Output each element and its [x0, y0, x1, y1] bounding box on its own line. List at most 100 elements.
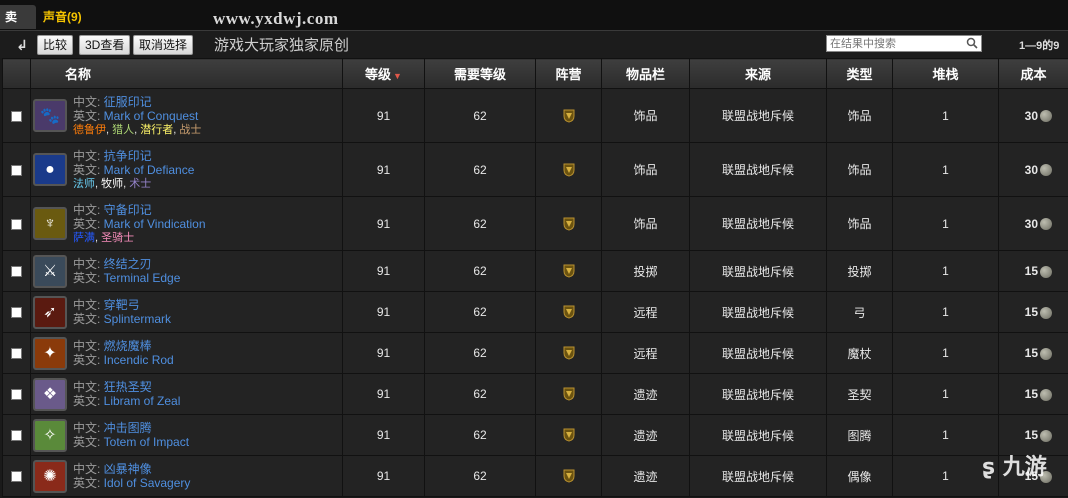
table-row[interactable]: ✺ 中文: 凶暴神像 英文: Idol of Savagery 91 62 遗迹… — [2, 455, 1068, 497]
class-name[interactable]: 德鲁伊 — [73, 124, 106, 136]
item-name-en[interactable]: Incendic Rod — [104, 353, 174, 367]
libram-icon[interactable]: ❖ — [33, 377, 67, 411]
row-select-cell — [2, 414, 31, 456]
row-checkbox[interactable] — [11, 348, 22, 360]
item-name-cn[interactable]: 凶暴神像 — [104, 462, 152, 476]
level-cell: 91 — [342, 291, 425, 333]
header-faction[interactable]: 阵营 — [535, 58, 602, 89]
header-cost[interactable]: 成本 — [998, 58, 1068, 89]
source-cell[interactable]: 联盟战地斥候 — [689, 142, 827, 197]
row-select-cell — [2, 373, 31, 415]
bow-icon[interactable]: ➶ — [33, 295, 67, 329]
coin-icon — [1040, 306, 1052, 319]
tab-sound[interactable]: 声音(9) — [38, 5, 87, 29]
item-name-en[interactable]: Terminal Edge — [104, 271, 181, 285]
jiuyou-logo-mark: ʂ — [982, 455, 996, 480]
level-cell: 91 — [342, 455, 425, 497]
item-name-en[interactable]: Idol of Savagery — [104, 476, 191, 490]
table-row[interactable]: ⚔ 中文: 终结之刃 英文: Terminal Edge 91 62 投掷 联盟… — [2, 250, 1068, 292]
class-name[interactable]: 牧师 — [101, 178, 123, 190]
source-cell[interactable]: 联盟战地斥候 — [689, 332, 827, 374]
class-name[interactable]: 萨满 — [73, 232, 95, 244]
item-name-en[interactable]: Totem of Impact — [104, 435, 189, 449]
item-name-cn[interactable]: 抗争印记 — [104, 149, 152, 163]
wand-icon[interactable]: ✦ — [33, 336, 67, 370]
class-list: 德鲁伊, 猎人, 潜行者, 战士 — [73, 123, 201, 137]
row-checkbox[interactable] — [11, 471, 22, 483]
cn-prefix: 中文: — [73, 462, 104, 476]
header-stack[interactable]: 堆栈 — [892, 58, 999, 89]
paw-icon[interactable]: 🐾 — [33, 99, 67, 132]
row-checkbox[interactable] — [11, 218, 22, 230]
table-row[interactable]: 🐾 中文: 征服印记 英文: Mark of Conquest 德鲁伊, 猎人,… — [2, 88, 1068, 143]
coin-icon — [1040, 347, 1052, 360]
source-cell[interactable]: 联盟战地斥候 — [689, 455, 827, 497]
blade-icon[interactable]: ⚔ — [33, 254, 67, 288]
row-checkbox[interactable] — [11, 307, 22, 319]
item-name-cn[interactable]: 终结之刃 — [104, 257, 152, 271]
class-name[interactable]: 潜行者 — [140, 124, 173, 136]
en-prefix: 英文: — [73, 216, 104, 231]
row-checkbox[interactable] — [11, 266, 22, 278]
source-cell[interactable]: 联盟战地斥候 — [689, 291, 827, 333]
item-name-en[interactable]: Mark of Vindication — [104, 217, 206, 231]
source-cell[interactable]: 联盟战地斥候 — [689, 250, 827, 292]
view-3d-button[interactable]: 3D查看 — [79, 35, 131, 55]
source-cell[interactable]: 联盟战地斥候 — [689, 196, 827, 251]
totem-icon[interactable]: ✧ — [33, 418, 67, 452]
search-icon[interactable] — [966, 37, 978, 49]
class-name[interactable]: 法师 — [73, 178, 95, 190]
level-cell: 91 — [342, 250, 425, 292]
item-name-cn[interactable]: 燃烧魔棒 — [104, 339, 152, 353]
item-name-cn[interactable]: 守备印记 — [104, 203, 152, 217]
header-slot[interactable]: 物品栏 — [601, 58, 690, 89]
compare-button[interactable]: 比较 — [37, 35, 74, 55]
header-level[interactable]: 等级 ▼ — [342, 58, 425, 89]
item-name-en[interactable]: Splintermark — [104, 312, 171, 326]
source-cell[interactable]: 联盟战地斥候 — [689, 414, 827, 456]
header-name[interactable]: 名称 — [30, 58, 343, 89]
table-row[interactable]: ➶ 中文: 穿靶弓 英文: Splintermark 91 62 远程 联盟战地… — [2, 291, 1068, 333]
item-name-cn[interactable]: 征服印记 — [104, 95, 152, 109]
item-name-cn[interactable]: 穿靶弓 — [104, 298, 140, 312]
deselect-button[interactable]: 取消选择 — [133, 35, 194, 55]
slot-cell: 投掷 — [601, 250, 690, 292]
header-source[interactable]: 来源 — [689, 58, 827, 89]
item-name-en[interactable]: Mark of Defiance — [104, 163, 195, 177]
item-name-en[interactable]: Libram of Zeal — [104, 394, 181, 408]
class-name[interactable]: 猎人 — [112, 124, 134, 136]
row-checkbox[interactable] — [11, 164, 22, 176]
cost-value: 15 — [1024, 387, 1038, 401]
back-arrow-icon[interactable]: ↲ — [14, 37, 30, 53]
toolbar: ↲ 比较 3D查看 取消选择 游戏大玩家独家原创 1—9的9 — [0, 31, 1068, 58]
header-req-level[interactable]: 需要等级 — [424, 58, 536, 89]
item-name-en[interactable]: Mark of Conquest — [104, 109, 199, 123]
row-checkbox[interactable] — [11, 389, 22, 401]
chalice-icon[interactable]: ♆ — [33, 207, 67, 240]
row-checkbox[interactable] — [11, 110, 22, 122]
source-cell[interactable]: 联盟战地斥候 — [689, 88, 827, 143]
class-list: 萨满, 圣骑士 — [73, 231, 206, 245]
class-name[interactable]: 圣骑士 — [101, 232, 134, 244]
table-row[interactable]: ● 中文: 抗争印记 英文: Mark of Defiance 法师, 牧师, … — [2, 142, 1068, 197]
class-name[interactable]: 术士 — [129, 178, 151, 190]
table-row[interactable]: ✦ 中文: 燃烧魔棒 英文: Incendic Rod 91 62 远程 联盟战… — [2, 332, 1068, 374]
tab-sell[interactable]: 卖(9) — [0, 5, 36, 48]
row-checkbox[interactable] — [11, 430, 22, 442]
orb-icon[interactable]: ● — [33, 153, 67, 186]
table-row[interactable]: ❖ 中文: 狂热圣契 英文: Libram of Zeal 91 62 遗迹 联… — [2, 373, 1068, 415]
source-cell[interactable]: 联盟战地斥候 — [689, 373, 827, 415]
stack-cell: 1 — [892, 196, 999, 251]
item-name-cn[interactable]: 冲击图腾 — [104, 421, 152, 435]
table-row[interactable]: ♆ 中文: 守备印记 英文: Mark of Vindication 萨满, 圣… — [2, 196, 1068, 251]
item-name-cn[interactable]: 狂热圣契 — [104, 380, 152, 394]
type-cell: 魔杖 — [826, 332, 893, 374]
level-cell: 91 — [342, 88, 425, 143]
class-name[interactable]: 战士 — [179, 124, 201, 136]
coin-icon — [1040, 265, 1052, 278]
faction-cell — [535, 196, 602, 251]
table-row[interactable]: ✧ 中文: 冲击图腾 英文: Totem of Impact 91 62 遗迹 … — [2, 414, 1068, 456]
header-type[interactable]: 类型 — [826, 58, 893, 89]
search-input[interactable] — [827, 36, 963, 52]
idol-icon[interactable]: ✺ — [33, 459, 67, 493]
